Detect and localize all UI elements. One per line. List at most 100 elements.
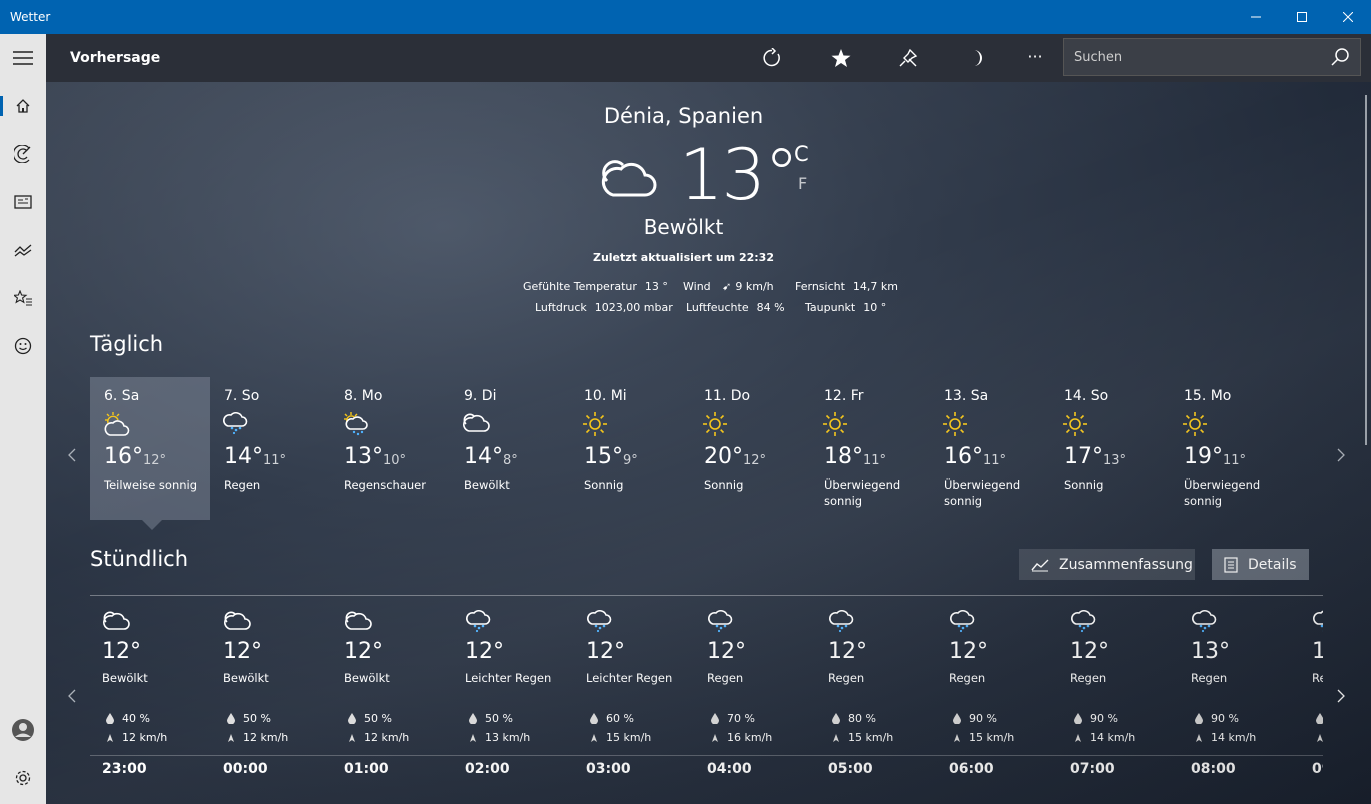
day-high: 19° bbox=[1184, 444, 1223, 469]
hourly-forecast-item[interactable]: 12° Regen 90 % 15 km/h 06:00 bbox=[937, 609, 1058, 789]
detail-dewpoint: Taupunkt 10 ° bbox=[805, 301, 886, 314]
precip-value: 50 % bbox=[485, 712, 513, 725]
refresh-button[interactable] bbox=[760, 46, 784, 70]
day-low: 11° bbox=[863, 453, 887, 468]
favorite-button[interactable] bbox=[829, 46, 853, 70]
selected-day-pointer bbox=[142, 520, 162, 530]
daily-forecast-item[interactable]: 11. Do 20° 12° Sonnig bbox=[690, 377, 810, 520]
detail-label: Wind bbox=[683, 280, 711, 293]
hourly-forecast-item[interactable]: 12° Leichter Regen 50 % 13 km/h 02:00 bbox=[453, 609, 574, 789]
hourly-forecast-item[interactable]: 12° Regen 80 % 15 km/h 05:00 bbox=[816, 609, 937, 789]
cloud-icon bbox=[223, 609, 251, 635]
hour-temperature: 12° bbox=[949, 639, 988, 664]
hourly-forecast-item[interactable]: 12° Bewölkt 40 % 12 km/h 23:00 bbox=[90, 609, 211, 789]
hourly-forecast-item[interactable]: 12° Regen 90 % 14 km/h 07:00 bbox=[1058, 609, 1179, 789]
daily-forecast-item[interactable]: 13. Sa 16° 11° Überwiegend sonnig bbox=[930, 377, 1050, 520]
detail-pressure: Luftdruck 1023,00 mbar bbox=[535, 301, 673, 314]
more-button[interactable]: ··· bbox=[1023, 44, 1047, 68]
details-button[interactable]: Details bbox=[1212, 549, 1309, 580]
hour-wind: 15 km/h bbox=[828, 731, 893, 744]
hourly-forecast-item[interactable]: 12° Bewölkt 50 % 12 km/h 00:00 bbox=[211, 609, 332, 789]
wind-arrow-icon bbox=[465, 733, 481, 743]
chart-icon bbox=[14, 244, 32, 257]
close-button[interactable] bbox=[1325, 0, 1371, 34]
daily-forecast-item[interactable]: 10. Mi 15° 9° Sonnig bbox=[570, 377, 690, 520]
wind-value: 12 km/h bbox=[243, 731, 289, 744]
night-mode-button[interactable] bbox=[964, 46, 988, 70]
hourly-next-button[interactable] bbox=[1337, 688, 1345, 707]
daily-title: Täglich bbox=[90, 332, 164, 356]
detail-feels-like: Gefühlte Temperatur 13 ° bbox=[523, 280, 668, 293]
daily-prev-button[interactable] bbox=[68, 447, 76, 466]
hourly-forecast-item[interactable]: 13° Regen 90 % 14 km/h 08:00 bbox=[1179, 609, 1300, 789]
raindrop-icon bbox=[1312, 713, 1323, 724]
hamburger-menu-button[interactable] bbox=[0, 38, 46, 78]
sidebar-item-news[interactable] bbox=[0, 182, 46, 222]
sidebar-item-favorites[interactable] bbox=[0, 278, 46, 318]
daily-forecast-item[interactable]: 9. Di 14° 8° Bewölkt bbox=[450, 377, 570, 520]
forecast-panel: Dénia, Spanien 13° C F Bewölkt Zuletzt a… bbox=[46, 82, 1371, 804]
summary-button[interactable]: Zusammenfassung bbox=[1019, 549, 1195, 580]
scrollbar[interactable] bbox=[1365, 95, 1367, 445]
raindrop-icon bbox=[223, 713, 239, 724]
hour-temperature: 13° bbox=[1312, 639, 1323, 664]
search-icon[interactable] bbox=[1330, 47, 1350, 67]
daily-forecast-item[interactable]: 6. Sa 16° 12° Teilweise sonnig bbox=[90, 377, 210, 520]
day-name: 10. Mi bbox=[584, 388, 627, 404]
wind-value: 15 km/h bbox=[969, 731, 1015, 744]
hour-temperature: 12° bbox=[586, 639, 625, 664]
hourly-forecast-item[interactable]: 12° Regen 70 % 16 km/h 04:00 bbox=[695, 609, 816, 789]
hourly-forecast-item[interactable]: 13° Regen 90 % 14 km/h 09:00 bbox=[1300, 609, 1323, 789]
hour-condition: Leichter Regen bbox=[465, 671, 552, 685]
hour-precipitation: 50 % bbox=[344, 712, 392, 725]
hourly-forecast-item[interactable]: 12° Bewölkt 50 % 12 km/h 01:00 bbox=[332, 609, 453, 789]
hourly-prev-button[interactable] bbox=[68, 688, 76, 707]
search-box[interactable] bbox=[1063, 38, 1361, 76]
day-high: 16° bbox=[104, 444, 143, 469]
pin-button[interactable] bbox=[896, 46, 920, 70]
hour-precipitation: 50 % bbox=[465, 712, 513, 725]
sun-icon bbox=[1062, 411, 1088, 441]
maximize-button[interactable] bbox=[1279, 0, 1325, 34]
hour-wind: 12 km/h bbox=[102, 731, 167, 744]
sidebar-item-maps[interactable] bbox=[0, 134, 46, 174]
daily-next-button[interactable] bbox=[1337, 447, 1345, 466]
daily-forecast-item[interactable]: 15. Mo 19° 11° Überwiegend sonnig bbox=[1170, 377, 1290, 520]
daily-forecast-item[interactable]: 12. Fr 18° 11° Überwiegend sonnig bbox=[810, 377, 930, 520]
day-high: 18° bbox=[824, 444, 863, 469]
daily-forecast-item[interactable]: 7. So 14° 11° Regen bbox=[210, 377, 330, 520]
sidebar-item-history[interactable] bbox=[0, 230, 46, 270]
sidebar-item-feedback[interactable] bbox=[0, 326, 46, 366]
day-condition: Überwiegend sonnig bbox=[824, 478, 901, 508]
raindrop-icon bbox=[344, 713, 360, 724]
day-low: 11° bbox=[263, 453, 287, 468]
day-condition: Sonnig bbox=[1064, 478, 1104, 492]
unit-celsius[interactable]: C bbox=[794, 142, 809, 166]
news-icon bbox=[14, 195, 32, 209]
sun-icon bbox=[582, 411, 608, 441]
search-input[interactable] bbox=[1064, 49, 1314, 65]
day-condition: Teilweise sonnig bbox=[104, 478, 198, 492]
title-bar: Wetter bbox=[0, 0, 1371, 34]
precip-value: 50 % bbox=[243, 712, 271, 725]
hour-precipitation: 80 % bbox=[828, 712, 876, 725]
hamburger-icon bbox=[13, 51, 33, 65]
wind-value: 12 km/h bbox=[364, 731, 410, 744]
hour-temperature: 12° bbox=[465, 639, 504, 664]
last-updated: Zuletzt aktualisiert um 22:32 bbox=[592, 251, 774, 264]
day-name: 13. Sa bbox=[944, 388, 989, 404]
moon-icon bbox=[974, 50, 982, 66]
settings-button[interactable] bbox=[0, 758, 46, 798]
minimize-button[interactable] bbox=[1233, 0, 1279, 34]
hour-temperature: 12° bbox=[1070, 639, 1109, 664]
daily-forecast-item[interactable]: 14. So 17° 13° Sonnig bbox=[1050, 377, 1170, 520]
hour-condition: Regen bbox=[949, 671, 986, 685]
account-button[interactable] bbox=[0, 710, 46, 750]
hourly-forecast-item[interactable]: 12° Leichter Regen 60 % 15 km/h 03:00 bbox=[574, 609, 695, 789]
partly-sunny-icon bbox=[102, 411, 130, 441]
sidebar-item-forecast[interactable] bbox=[0, 86, 46, 126]
unit-fahrenheit[interactable]: F bbox=[798, 174, 807, 193]
cloud-icon bbox=[344, 609, 372, 635]
daily-forecast-item[interactable]: 8. Mo 13° 10° Regenschauer bbox=[330, 377, 450, 520]
chevron-left-icon bbox=[68, 689, 76, 703]
